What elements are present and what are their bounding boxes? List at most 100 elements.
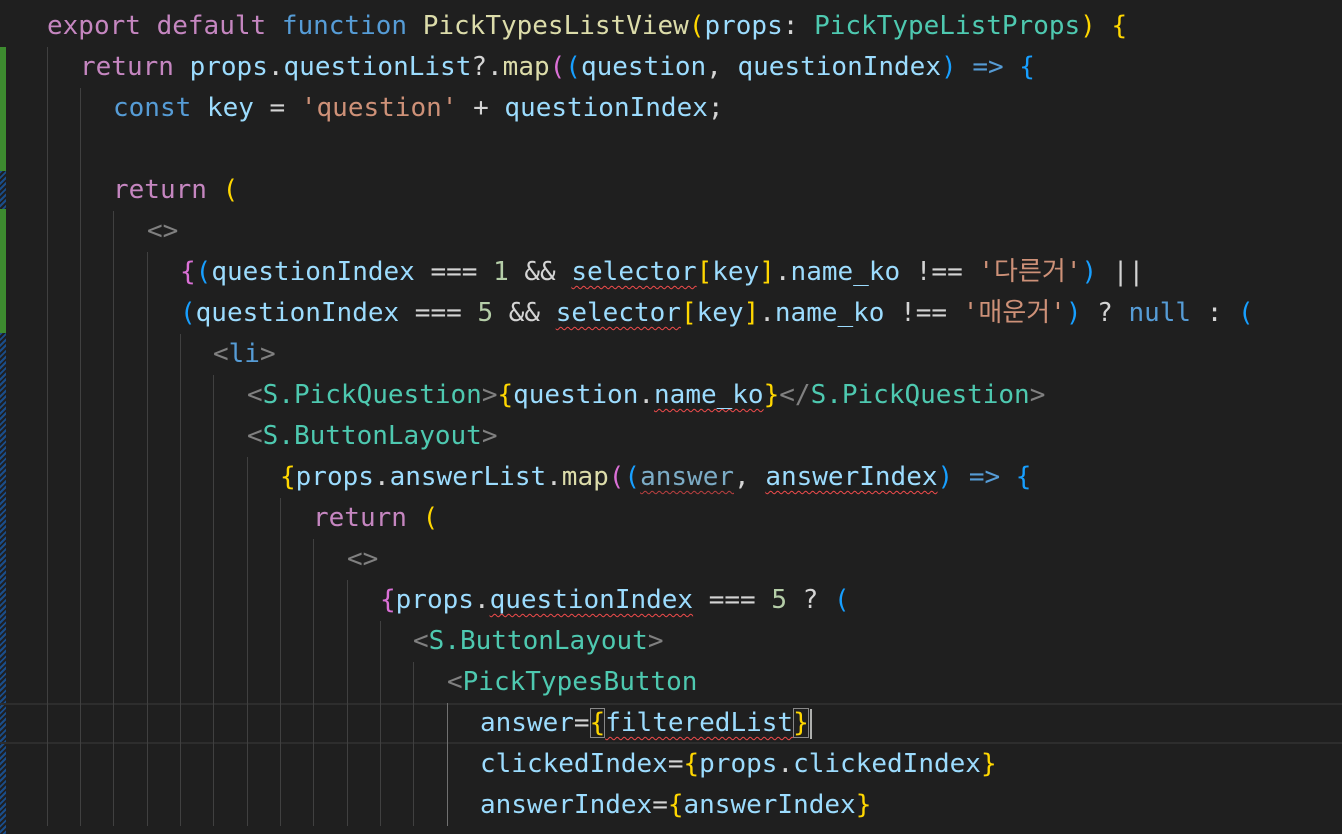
code-text: answerIndex={answerIndex} (480, 790, 872, 820)
indent-guide (80, 334, 81, 375)
indent-guide (347, 703, 348, 744)
code-line[interactable]: <S.ButtonLayout> (0, 416, 1342, 457)
indent-guide (113, 662, 114, 703)
indent-guide (313, 785, 314, 826)
code-line[interactable]: <> (0, 539, 1342, 580)
code-text: answer={filteredList} (480, 703, 812, 744)
indent-guide (113, 744, 114, 785)
indent-guide (380, 744, 381, 785)
indent-guide (280, 621, 281, 662)
code-text: <li> (213, 339, 276, 369)
code-editor[interactable]: export default function PickTypesListVie… (0, 0, 1342, 834)
indent-guide (213, 457, 214, 498)
indent-guide (47, 334, 48, 375)
code-line[interactable]: (questionIndex === 5 && selector[key].na… (0, 293, 1342, 334)
indent-guide (247, 621, 248, 662)
indent-guide (80, 580, 81, 621)
indent-guide (113, 621, 114, 662)
indent-guide (313, 580, 314, 621)
indent-guide (113, 703, 114, 744)
indent-guide (313, 662, 314, 703)
code-line[interactable]: <S.ButtonLayout> (0, 621, 1342, 662)
indent-guide (147, 539, 148, 580)
code-line[interactable]: return props.questionList?.map((question… (0, 47, 1342, 88)
indent-guide (213, 621, 214, 662)
indent-guide (80, 252, 81, 293)
code-text: {props.questionIndex === 5 ? ( (380, 585, 850, 615)
indent-guide (80, 375, 81, 416)
indent-guide (313, 744, 314, 785)
indent-guide (247, 539, 248, 580)
code-line[interactable]: export default function PickTypesListVie… (0, 6, 1342, 47)
indent-guide (180, 498, 181, 539)
indent-guide (180, 744, 181, 785)
indent-guide (113, 375, 114, 416)
code-line[interactable] (0, 129, 1342, 170)
indent-guide (80, 457, 81, 498)
code-line[interactable]: return ( (0, 498, 1342, 539)
indent-guide (47, 88, 48, 129)
code-line[interactable]: clickedIndex={props.clickedIndex} (0, 744, 1342, 785)
indent-guide (80, 662, 81, 703)
indent-guide (247, 785, 248, 826)
code-line[interactable]: <S.PickQuestion>{question.name_ko}</S.Pi… (0, 375, 1342, 416)
indent-guide-active (447, 703, 448, 744)
code-line[interactable]: {props.questionIndex === 5 ? ( (0, 580, 1342, 621)
bracket-match: { (589, 708, 606, 738)
code-lines[interactable]: export default function PickTypesListVie… (0, 6, 1342, 826)
indent-guide (47, 498, 48, 539)
indent-guide (280, 498, 281, 539)
code-line[interactable]: const key = 'question' + questionIndex; (0, 88, 1342, 129)
code-line[interactable]: {(questionIndex === 1 && selector[key].n… (0, 252, 1342, 293)
indent-guide (113, 457, 114, 498)
code-line[interactable]: <PickTypesButton (0, 662, 1342, 703)
code-line-current[interactable]: answer={filteredList} (0, 703, 1342, 744)
indent-guide (347, 744, 348, 785)
indent-guide (180, 703, 181, 744)
indent-guide (380, 662, 381, 703)
indent-guide (47, 47, 48, 88)
indent-guide (180, 375, 181, 416)
code-line[interactable]: {props.answerList.map((answer, answerInd… (0, 457, 1342, 498)
indent-guide (180, 539, 181, 580)
indent-guide (280, 580, 281, 621)
indent-guide (47, 662, 48, 703)
code-text: return ( (313, 503, 439, 533)
code-line[interactable]: <li> (0, 334, 1342, 375)
indent-guide (47, 580, 48, 621)
indent-guide (247, 744, 248, 785)
code-text: (questionIndex === 5 && selector[key].na… (180, 298, 1254, 328)
indent-guide (180, 662, 181, 703)
indent-guide (413, 703, 414, 744)
indent-guide (147, 457, 148, 498)
indent-guide (47, 744, 48, 785)
indent-guide (113, 334, 114, 375)
indent-guide (280, 744, 281, 785)
code-text: clickedIndex={props.clickedIndex} (480, 749, 997, 779)
code-line[interactable]: answerIndex={answerIndex} (0, 785, 1342, 826)
code-line[interactable]: return ( (0, 170, 1342, 211)
indent-guide (47, 129, 48, 170)
code-text: return props.questionList?.map((question… (80, 52, 1035, 82)
indent-guide (213, 375, 214, 416)
indent-guide (113, 293, 114, 334)
indent-guide (380, 785, 381, 826)
indent-guide (80, 539, 81, 580)
indent-guide (247, 580, 248, 621)
indent-guide (47, 252, 48, 293)
indent-guide (147, 293, 148, 334)
code-text: export default function PickTypesListVie… (47, 11, 1128, 41)
indent-guide (47, 703, 48, 744)
indent-guide (47, 375, 48, 416)
indent-guide (180, 457, 181, 498)
indent-guide (180, 580, 181, 621)
indent-guide (80, 88, 81, 129)
indent-guide (147, 252, 148, 293)
indent-guide (80, 416, 81, 457)
code-line[interactable]: <> (0, 211, 1342, 252)
indent-guide-active (447, 785, 448, 826)
indent-guide (47, 293, 48, 334)
indent-guide (413, 662, 414, 703)
indent-guide (147, 785, 148, 826)
indent-guide (347, 580, 348, 621)
